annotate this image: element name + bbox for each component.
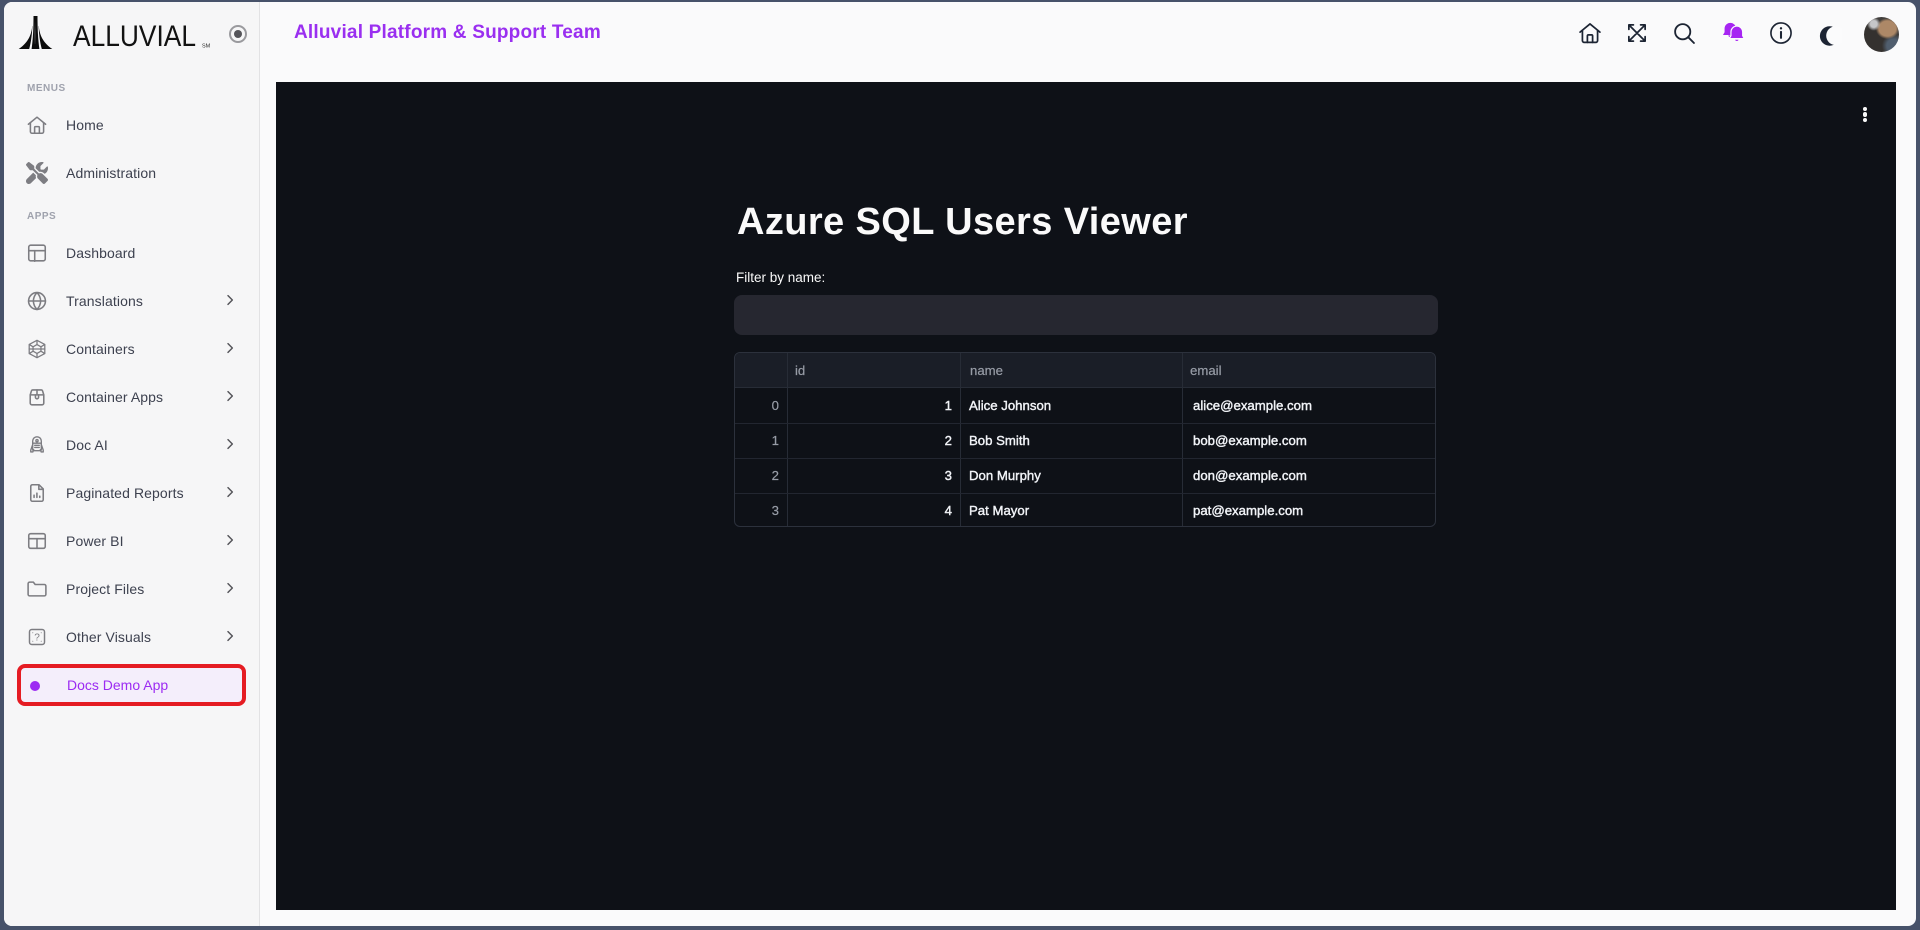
svg-text:ALLUVIAL: ALLUVIAL xyxy=(73,20,196,53)
svg-text:SM: SM xyxy=(202,44,211,50)
svg-text:?: ? xyxy=(34,632,40,643)
